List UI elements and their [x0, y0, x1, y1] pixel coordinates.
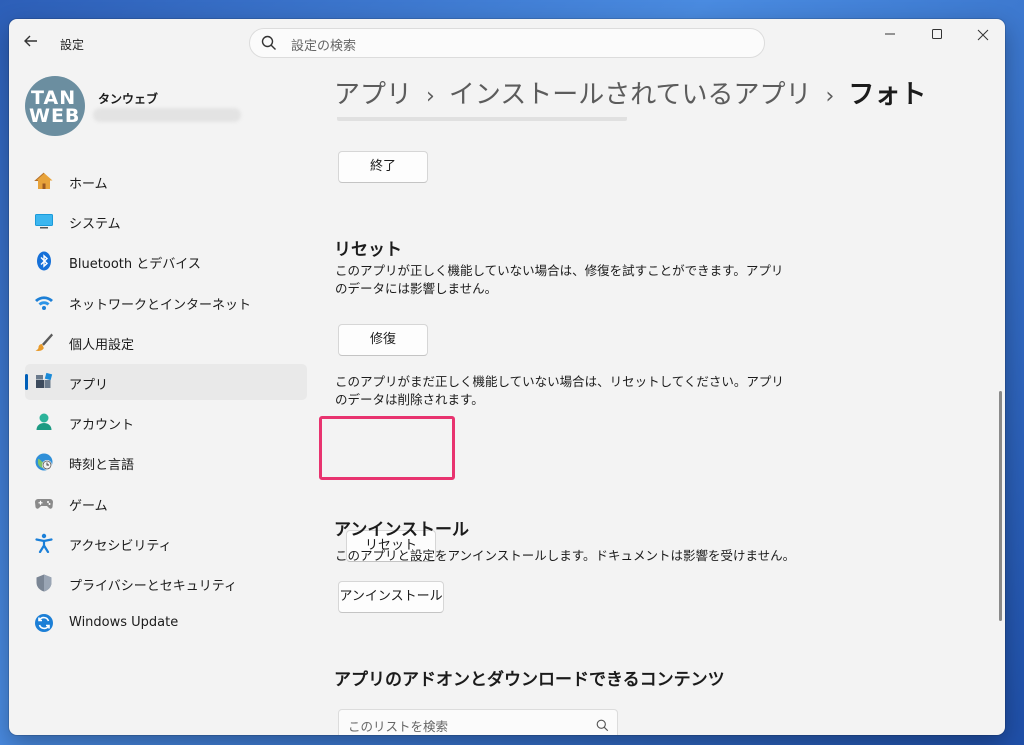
profile-email-blurred: [93, 108, 241, 122]
sidebar-item-label: プライバシーとセキュリティ: [69, 578, 237, 594]
back-button[interactable]: [23, 33, 41, 51]
breadcrumb: アプリ › インストールされているアプリ › フォト: [334, 74, 926, 111]
repair-button[interactable]: 修復: [338, 324, 428, 356]
search-icon: [261, 35, 277, 55]
sidebar-item-label: ネットワークとインターネット: [69, 297, 252, 313]
sidebar-item-label: 時刻と言語: [69, 458, 135, 474]
sidebar-nav: ホーム システム Bluetooth とデバイス ネットワークとインターネット …: [25, 163, 307, 645]
maximize-icon: [932, 29, 942, 39]
avatar-text-line2: WEB: [29, 105, 81, 127]
sidebar-item-accounts[interactable]: アカウント: [25, 404, 307, 440]
brush-icon: [35, 333, 53, 351]
sidebar-item-label: 個人用設定: [69, 337, 135, 353]
sidebar-item-windows-update[interactable]: Windows Update: [25, 605, 307, 641]
arrow-left-icon: [24, 35, 37, 47]
sidebar-item-network[interactable]: ネットワークとインターネット: [25, 284, 307, 320]
settings-window: 設定 設定の検索 TAN WEB タンウェブ ホーム システム Bluetoot…: [9, 19, 1005, 735]
sidebar-item-label: Bluetooth とデバイス: [69, 257, 201, 273]
sidebar-item-time-language[interactable]: 時刻と言語: [25, 444, 307, 480]
app-title: 設定: [60, 38, 85, 52]
sidebar-item-bluetooth[interactable]: Bluetooth とデバイス: [25, 243, 307, 279]
close-icon: [977, 29, 989, 41]
apps-icon: [36, 372, 53, 388]
clipped-text: [337, 117, 627, 121]
bluetooth-icon: [37, 251, 51, 271]
sidebar-item-label: アプリ: [69, 377, 109, 393]
sidebar-item-privacy[interactable]: プライバシーとセキュリティ: [25, 565, 307, 601]
home-icon: [34, 172, 53, 189]
uninstall-section-heading: アンインストール: [334, 520, 469, 540]
sidebar-item-label: Windows Update: [69, 615, 179, 631]
globe-clock-icon: [35, 453, 53, 471]
addons-search-input[interactable]: このリストを検索: [338, 709, 618, 735]
repair-description: このアプリが正しく機能していない場合は、修復を試すことができます。アプリのデータ…: [335, 263, 784, 296]
avatar: TAN WEB: [25, 76, 85, 136]
sidebar-item-personalization[interactable]: 個人用設定: [25, 324, 307, 360]
reset-section-heading: リセット: [334, 240, 402, 260]
maximize-button[interactable]: [922, 27, 952, 47]
chevron-right-icon: ›: [426, 84, 435, 109]
search-placeholder: 設定の検索: [291, 39, 357, 54]
settings-search-input[interactable]: 設定の検索: [249, 28, 765, 58]
profile-name: タンウェブ: [98, 92, 159, 106]
sidebar-item-label: アクセシビリティ: [69, 538, 172, 554]
sidebar-item-system[interactable]: システム: [25, 203, 307, 239]
search-icon: [596, 717, 609, 735]
gamepad-icon: [35, 498, 53, 509]
sidebar-item-label: アカウント: [69, 418, 135, 434]
minimize-icon: [885, 33, 895, 35]
breadcrumb-installed-apps[interactable]: インストールされているアプリ: [449, 80, 812, 110]
minimize-button[interactable]: [875, 27, 905, 47]
addons-section-heading: アプリのアドオンとダウンロードできるコンテンツ: [334, 670, 725, 690]
sidebar-item-label: システム: [69, 217, 121, 233]
page-title: フォト: [848, 80, 927, 110]
reset-description: このアプリがまだ正しく機能していない場合は、リセットしてください。アプリのデータ…: [335, 374, 784, 407]
sidebar-item-label: ゲーム: [69, 498, 108, 514]
sidebar-item-accessibility[interactable]: アクセシビリティ: [25, 525, 307, 561]
update-icon: [35, 614, 53, 633]
wifi-icon: [35, 295, 53, 310]
sidebar-item-home[interactable]: ホーム: [25, 163, 307, 199]
breadcrumb-apps[interactable]: アプリ: [334, 80, 412, 110]
accessibility-icon: [35, 533, 53, 553]
sidebar-item-apps[interactable]: アプリ: [25, 363, 307, 400]
uninstall-description: このアプリと設定をアンインストールします。ドキュメントは影響を受けません。: [335, 548, 796, 563]
chevron-right-icon: ›: [825, 84, 835, 109]
terminate-button[interactable]: 終了: [338, 151, 428, 183]
close-button[interactable]: [968, 27, 998, 47]
sidebar-item-label: ホーム: [69, 177, 108, 192]
account-icon: [36, 413, 52, 431]
system-icon: [35, 214, 53, 229]
scrollbar[interactable]: [999, 391, 1002, 621]
addons-search-placeholder: このリストを検索: [348, 719, 449, 734]
sidebar-item-gaming[interactable]: ゲーム: [25, 485, 307, 521]
reset-highlight-box: [319, 416, 455, 480]
uninstall-button[interactable]: アンインストール: [338, 581, 444, 613]
shield-icon: [36, 574, 52, 592]
